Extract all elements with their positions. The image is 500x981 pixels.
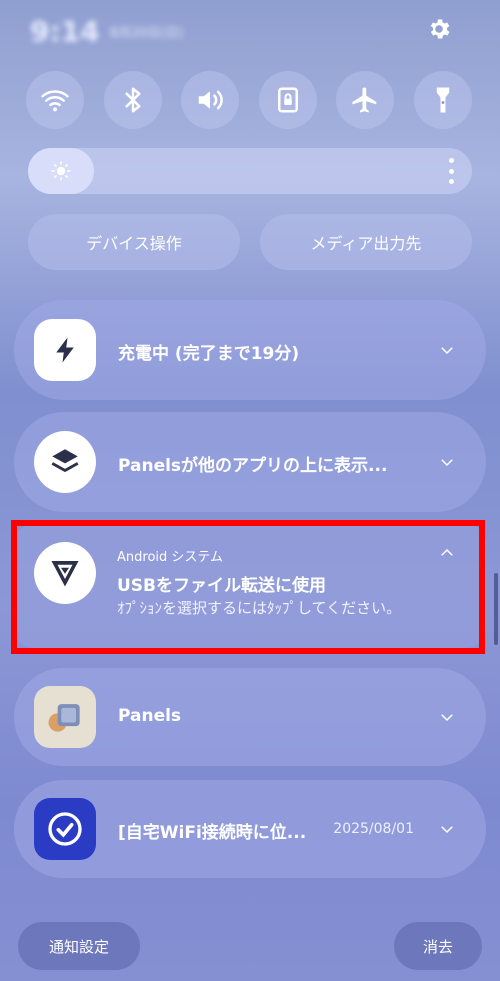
- notification-panels[interactable]: Panels: [14, 668, 486, 766]
- volume-icon: [198, 90, 223, 110]
- bluetooth-icon: [125, 87, 141, 113]
- charging-app-icon: [34, 319, 96, 381]
- status-bar: 9:14 8月20日(日): [30, 14, 184, 48]
- chevron-down-icon[interactable]: [438, 820, 456, 838]
- brightness-slider[interactable]: [28, 148, 472, 194]
- portrait-lock-toggle[interactable]: [258, 71, 317, 129]
- highlight-box: [11, 520, 485, 654]
- notification-title: [自宅WiFi接続時に位...: [118, 823, 307, 843]
- panels-icon: [48, 704, 80, 732]
- status-time: 9:14: [30, 14, 100, 48]
- brightness-knob[interactable]: [28, 148, 94, 194]
- reminder-app-icon: [34, 798, 96, 860]
- wifi-icon: [41, 90, 69, 112]
- clear-button[interactable]: 消去: [394, 922, 482, 970]
- bluetooth-toggle[interactable]: [103, 71, 162, 129]
- notification-wifi-reminder[interactable]: [自宅WiFi接続時に位... 2025/08/01: [14, 780, 486, 878]
- notification-title: 充電中 (完了まで19分): [118, 344, 300, 364]
- flashlight-icon: [436, 87, 450, 113]
- sound-toggle[interactable]: [181, 71, 240, 129]
- quick-settings-row: [26, 71, 472, 129]
- layers-app-icon: [34, 431, 96, 493]
- sun-icon: [51, 161, 71, 181]
- check-circle-icon: [48, 812, 82, 846]
- notification-date: 2025/08/01: [333, 821, 414, 837]
- settings-gear-icon[interactable]: [426, 16, 452, 42]
- notification-title: Panelsが他のアプリの上に表示...: [118, 456, 388, 476]
- media-output-button[interactable]: メディア出力先: [260, 214, 472, 270]
- layers-icon: [51, 449, 79, 472]
- airplane-toggle[interactable]: [336, 71, 395, 129]
- flashlight-toggle[interactable]: [413, 71, 472, 129]
- device-control-button[interactable]: デバイス操作: [28, 214, 240, 270]
- airplane-icon: [352, 87, 377, 113]
- chevron-down-icon[interactable]: [438, 341, 456, 359]
- chevron-down-icon[interactable]: [438, 453, 456, 471]
- notification-panels-overlay[interactable]: Panelsが他のアプリの上に表示...: [14, 412, 486, 512]
- notification-charging[interactable]: 充電中 (完了まで19分): [14, 300, 486, 400]
- notification-settings-button[interactable]: 通知設定: [18, 922, 140, 970]
- status-date: 8月20日(日): [109, 25, 184, 41]
- more-options-icon[interactable]: [448, 158, 454, 184]
- notification-title: Panels: [118, 706, 182, 726]
- scrollbar[interactable]: [494, 573, 498, 645]
- rotation-lock-icon: [277, 87, 298, 113]
- panels-app-icon: [34, 686, 96, 748]
- chevron-down-icon[interactable]: [438, 708, 456, 726]
- wifi-toggle[interactable]: [26, 71, 84, 129]
- lightning-icon: [56, 337, 74, 363]
